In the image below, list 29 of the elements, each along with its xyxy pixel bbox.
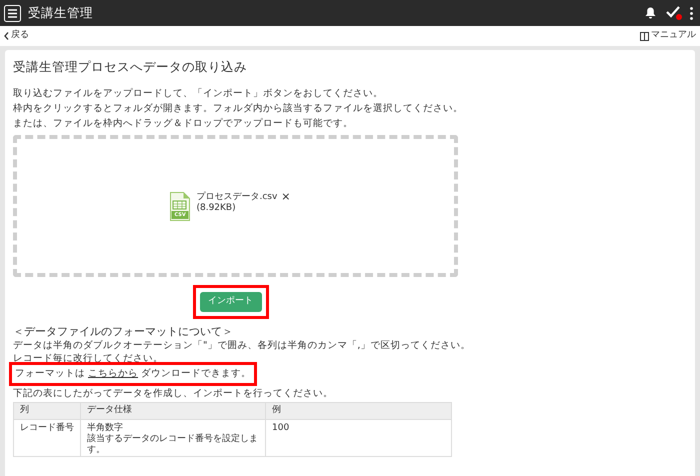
spreadsheet-file-icon: [170, 192, 190, 222]
remove-file-button[interactable]: ×: [281, 192, 291, 202]
table-cell-text: 100: [272, 423, 290, 434]
file-size: (8.92KB): [196, 203, 237, 214]
back-link[interactable]: 戻る: [4, 29, 29, 43]
table-cell-text: 半角数字: [87, 423, 124, 434]
more-icon[interactable]: [690, 6, 693, 20]
file-name: プロセスデータ.csv: [196, 192, 278, 203]
instruction-text: 枠内をクリックするとフォルダが開きます。フォルダ内から該当するファイルを選択してください。: [13, 102, 464, 116]
download-link[interactable]: こちらから: [88, 368, 138, 379]
table-cell: レコード番号: [20, 423, 74, 434]
manual-link[interactable]: マニュアル: [640, 29, 696, 43]
column-header: データ仕様: [80, 402, 266, 420]
chevron-left-icon: [4, 32, 9, 40]
format-note: データは半角のダブルクオーテーション「"」で囲み、各列は半角のカンマ「,」で区切ってください。: [13, 338, 472, 352]
page-title: 受講生管理プロセスへデータの取り込み: [13, 58, 248, 76]
app-title: 受講生管理: [28, 4, 93, 22]
book-icon: [640, 32, 649, 40]
instruction-text: 取り込むファイルをアップロードして、「インポート」ボタンをおしてください。: [13, 86, 384, 101]
table-intro: 下記の表にしたがってデータを作成し、インポートを行ってください。: [13, 387, 334, 400]
section-heading: ＜データファイルのフォーマットについて＞: [13, 324, 234, 339]
table-cell: 該当するデータのレコード番号を設定します。: [87, 434, 259, 456]
column-header: 例: [266, 402, 452, 420]
column-header: 列: [14, 402, 80, 420]
instruction-text: または、ファイルを枠内へドラッグ＆ドロップでアップロードも可能です。: [13, 116, 354, 131]
bell-icon[interactable]: [645, 7, 656, 19]
menu-icon[interactable]: [4, 4, 21, 22]
check-icon[interactable]: [666, 6, 680, 18]
download-text: フォーマットは こちらから ダウンロードできます。: [15, 366, 252, 381]
